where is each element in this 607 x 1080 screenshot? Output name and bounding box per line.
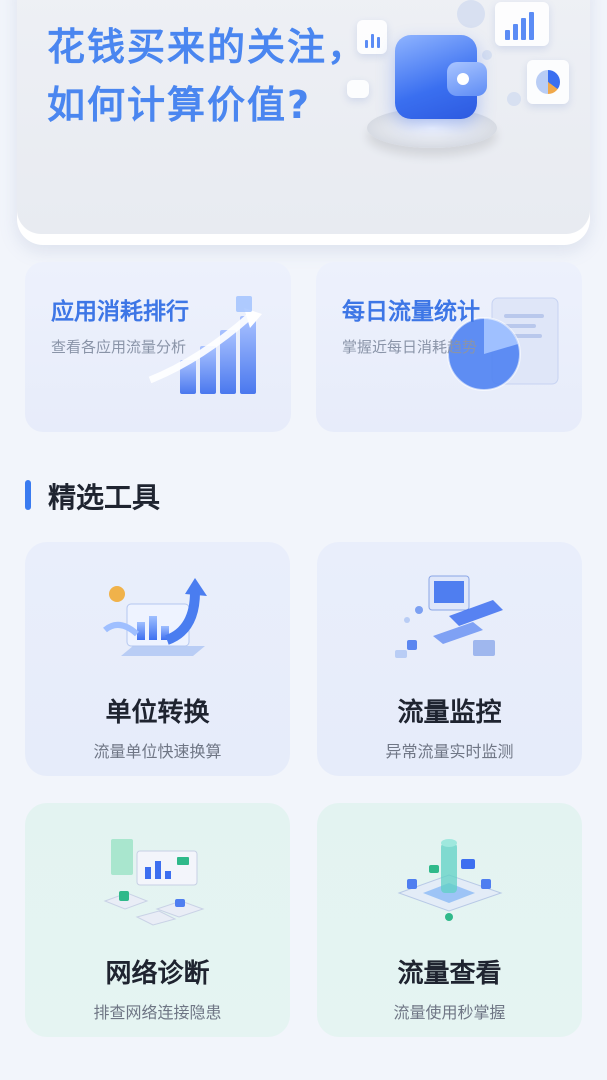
- unit-convert-icon: [103, 578, 207, 656]
- bar-chart-icon: [495, 2, 549, 46]
- tool-title: 单位转换: [105, 698, 210, 728]
- banner-title-line-1: 花钱买来的关注，: [47, 25, 368, 69]
- promo-banner[interactable]: 花钱买来的关注， 如何计算价值?: [17, 0, 590, 234]
- wallet-clasp-icon: [447, 62, 487, 96]
- tool-subtitle: 流量单位快速换算: [93, 742, 222, 761]
- tool-title: 流量查看: [397, 959, 502, 989]
- tool-title: 流量监控: [397, 698, 502, 728]
- small-card-icon: [347, 80, 369, 98]
- feature-subtitle: 掌握近每日消耗趋势: [342, 338, 478, 356]
- feature-card-app-ranking[interactable]: 应用消耗排行 查看各应用流量分析: [25, 262, 291, 432]
- small-chart-icon: [357, 20, 387, 54]
- banner-title: 花钱买来的关注， 如何计算价值?: [47, 18, 367, 134]
- tool-subtitle: 异常流量实时监测: [385, 742, 514, 761]
- tool-subtitle: 排查网络连接隐患: [93, 1003, 222, 1022]
- banner-title-line-2: 如何计算价值?: [47, 83, 312, 127]
- tool-subtitle: 流量使用秒掌握: [393, 1003, 506, 1022]
- tool-card-unit-convert[interactable]: 单位转换 流量单位快速换算: [25, 542, 290, 776]
- monitor-isometric-icon: [395, 575, 503, 658]
- feature-title: 每日流量统计: [342, 299, 480, 325]
- feature-title: 应用消耗排行: [51, 299, 189, 325]
- traffic-view-icon: [397, 839, 503, 921]
- section-accent-bar: [25, 480, 31, 510]
- tool-card-traffic-view[interactable]: 流量查看 流量使用秒掌握: [317, 803, 582, 1037]
- pie-chart-icon: [527, 60, 569, 104]
- tool-card-traffic-monitor[interactable]: 流量监控 异常流量实时监测: [317, 542, 582, 776]
- tool-card-network-diagnosis[interactable]: 网络诊断 排查网络连接隐患: [25, 803, 290, 1037]
- feature-subtitle: 查看各应用流量分析: [51, 338, 187, 356]
- tool-title: 网络诊断: [105, 959, 210, 989]
- bubble-icon: [507, 92, 521, 106]
- bubble-icon: [482, 50, 492, 60]
- feature-card-daily-stats[interactable]: 每日流量统计 掌握近每日消耗趋势: [316, 262, 582, 432]
- section-title: 精选工具: [48, 481, 161, 514]
- bubble-icon: [457, 0, 485, 28]
- network-diagnosis-icon: [103, 839, 205, 926]
